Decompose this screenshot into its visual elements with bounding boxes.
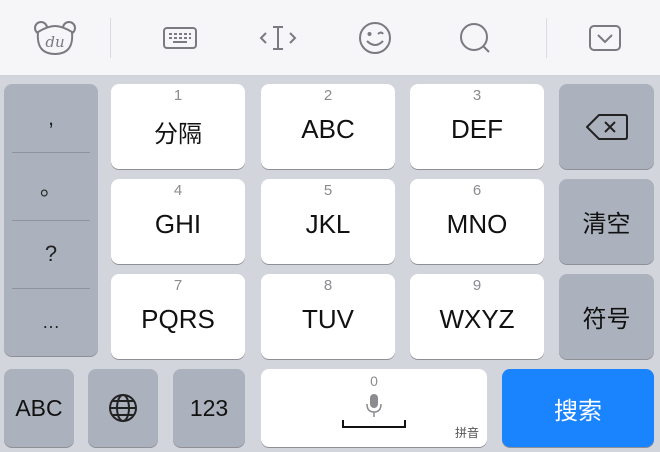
space-number: 0: [370, 373, 378, 389]
input-mode-label: 拼音: [454, 426, 479, 440]
key-1-separator[interactable]: 1 分隔: [111, 84, 245, 169]
punctuation-list[interactable]: , 。 ? …: [4, 84, 98, 356]
abc-label: ABC: [15, 394, 63, 421]
collapse-keyboard-button[interactable]: [575, 0, 635, 75]
key-number: 4: [173, 182, 183, 199]
key-5-jkl[interactable]: 5 JKL: [261, 179, 395, 264]
key-9-wxyz[interactable]: 9 WXYZ: [410, 274, 544, 359]
key-number: 8: [323, 277, 333, 294]
key-label: JKL: [305, 209, 351, 239]
key-4-ghi[interactable]: 4 GHI: [111, 179, 245, 264]
backspace-icon: [585, 113, 628, 140]
punct-question[interactable]: ?: [4, 220, 98, 288]
key-label: ABC: [301, 114, 355, 144]
keyboard: , 。 ? … 1 分隔 2 ABC 3 DEF 4 GHI 5 JKL 6 M…: [0, 76, 660, 452]
numbers-label: 123: [189, 394, 229, 421]
keyboard-toolbar: du: [0, 0, 660, 76]
du-logo-button[interactable]: du: [0, 0, 110, 75]
key-label: GHI: [154, 209, 202, 239]
toolbar-divider: [546, 18, 547, 58]
key-number: 7: [173, 277, 183, 294]
key-label: 分隔: [154, 120, 202, 148]
key-number: 3: [472, 87, 482, 104]
collapse-keyboard-icon: [589, 24, 621, 51]
key-number: 6: [472, 182, 482, 199]
space-bar-icon: [342, 420, 406, 428]
microphone-icon: [366, 394, 382, 417]
globe-icon: [109, 394, 137, 422]
emoji-button[interactable]: [345, 0, 405, 75]
punct-comma[interactable]: ,: [4, 84, 98, 152]
clear-label: 清空: [582, 210, 631, 238]
key-label: MNO: [446, 209, 508, 239]
key-number: 5: [323, 182, 333, 199]
text-cursor-icon: [259, 25, 297, 50]
key-7-pqrs[interactable]: 7 PQRS: [111, 274, 245, 359]
key-number: 1: [173, 87, 183, 104]
punct-ellipsis[interactable]: …: [4, 288, 98, 356]
key-6-mno[interactable]: 6 MNO: [410, 179, 544, 264]
search-button[interactable]: [445, 0, 505, 75]
symbols-label: 符号: [582, 305, 631, 333]
space-key[interactable]: 0 拼音: [261, 369, 487, 447]
backspace-key[interactable]: [559, 84, 654, 169]
cursor-move-button[interactable]: [248, 0, 308, 75]
key-3-def[interactable]: 3 DEF: [410, 84, 544, 169]
key-label: DEF: [451, 114, 503, 144]
punct-period[interactable]: 。: [4, 152, 98, 220]
abc-key[interactable]: ABC: [4, 369, 74, 447]
numbers-key[interactable]: 123: [173, 369, 245, 447]
search-icon: [460, 22, 490, 53]
key-label: TUV: [302, 304, 354, 334]
key-number: 9: [472, 277, 482, 294]
key-8-tuv[interactable]: 8 TUV: [261, 274, 395, 359]
search-label: 搜索: [554, 396, 602, 425]
key-number: 2: [323, 87, 333, 104]
globe-key[interactable]: [88, 369, 158, 447]
toolbar-divider: [110, 18, 111, 58]
key-2-abc[interactable]: 2 ABC: [261, 84, 395, 169]
clear-key[interactable]: 清空: [559, 179, 654, 264]
keyboard-icon: [163, 26, 197, 49]
svg-text:du: du: [45, 33, 64, 51]
emoji-icon: [359, 21, 391, 54]
symbols-key[interactable]: 符号: [559, 274, 654, 359]
key-label: WXYZ: [439, 304, 515, 334]
keyboard-switch-button[interactable]: [150, 0, 210, 75]
key-label: PQRS: [141, 304, 215, 334]
search-key[interactable]: 搜索: [502, 369, 654, 447]
du-logo-icon: du: [34, 20, 76, 55]
